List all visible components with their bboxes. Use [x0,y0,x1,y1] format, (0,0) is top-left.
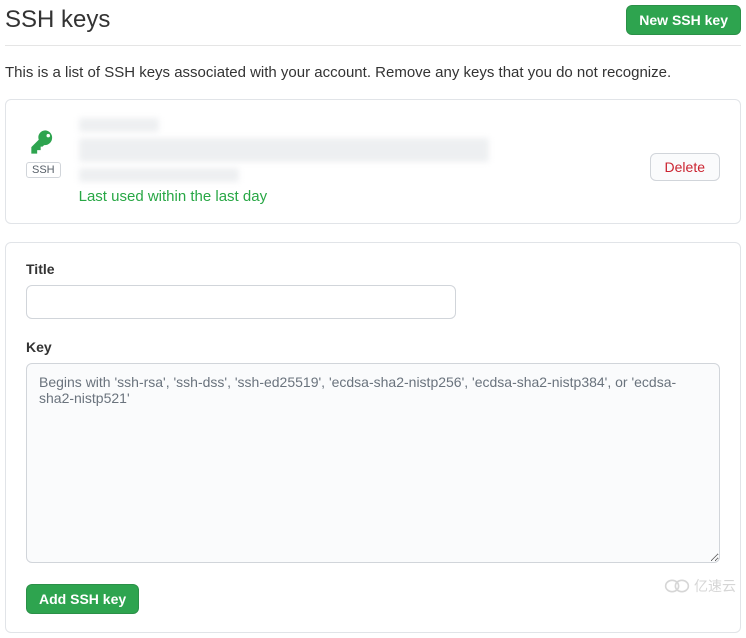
last-used-text: Last used within the last day [79,188,632,205]
watermark-text: 亿速云 [694,576,736,596]
title-input[interactable] [26,285,456,319]
title-label: Title [26,261,720,277]
key-label: Key [26,339,720,355]
redacted-text [79,138,489,162]
add-key-form: Title Key Add SSH key [5,242,741,633]
page-description: This is a list of SSH keys associated wi… [5,64,741,81]
add-ssh-key-button[interactable]: Add SSH key [26,584,139,614]
redacted-text [79,168,239,182]
key-details: Last used within the last day [79,118,632,205]
key-type-badge: SSH [26,162,61,178]
new-ssh-key-button[interactable]: New SSH key [626,5,741,35]
page-title: SSH keys [5,6,110,34]
redacted-text [79,118,159,132]
delete-key-button[interactable]: Delete [650,153,720,181]
key-icon [29,128,57,156]
ssh-key-item: SSH Last used within the last day Delete [5,99,741,224]
key-textarea[interactable] [26,363,720,563]
watermark: 亿速云 [664,576,736,596]
key-meta: SSH [26,118,61,178]
page-header: SSH keys New SSH key [5,5,741,46]
